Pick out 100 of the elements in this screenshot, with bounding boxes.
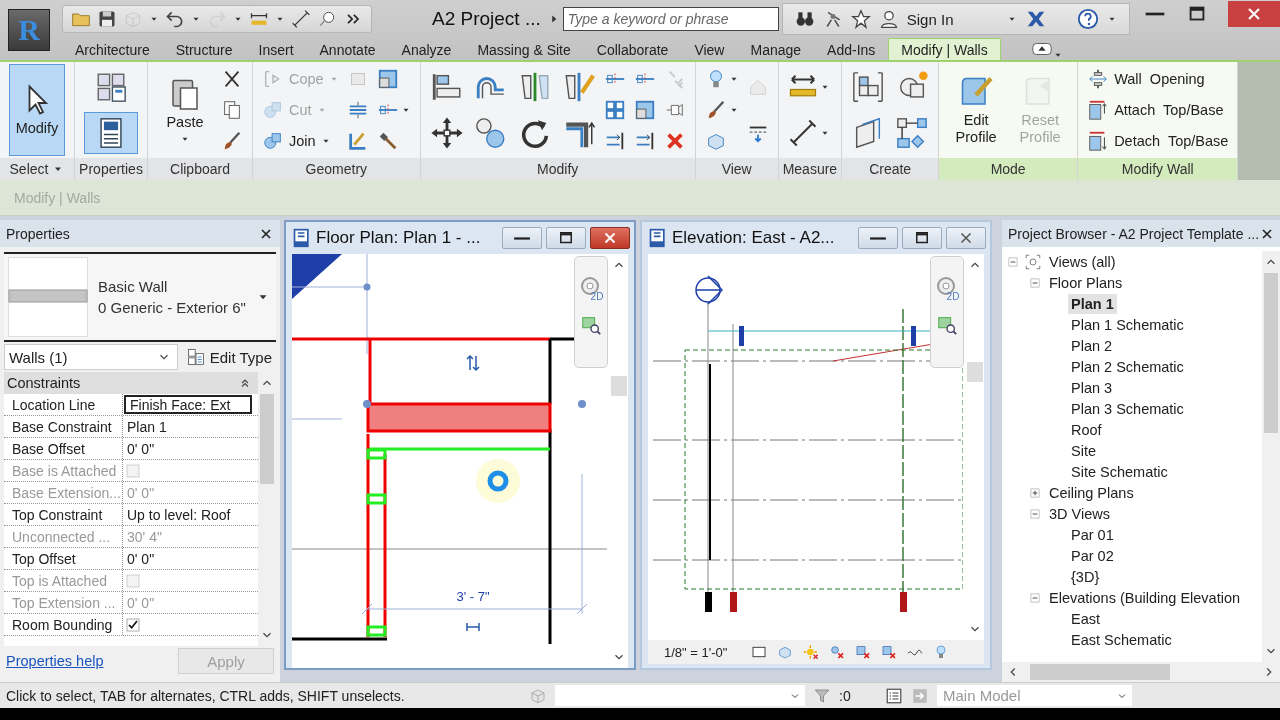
tree-item[interactable]: 3D Views	[1046, 503, 1113, 524]
maximize-button[interactable]	[546, 227, 586, 249]
ribbon-button[interactable]: Join	[262, 126, 339, 155]
search-field[interactable]: Type a keyword or phrase	[562, 7, 779, 31]
copy-icon[interactable]	[221, 99, 243, 121]
panel-title-bar[interactable]: Geometry	[253, 158, 420, 180]
filter-icon[interactable]	[813, 686, 831, 705]
navigation-bar[interactable]: 2D	[930, 256, 964, 368]
star-icon[interactable]	[850, 9, 871, 29]
panel-title-bar[interactable]: Modify Wall	[1078, 158, 1238, 180]
ribbon-tab[interactable]: Collaborate	[583, 38, 682, 60]
tree-item[interactable]: Roof	[1068, 419, 1105, 440]
tree-item[interactable]: Plan 1 Schematic	[1068, 314, 1187, 335]
properties-help-link[interactable]: Properties help	[6, 653, 104, 669]
zoom-icon[interactable]	[580, 314, 602, 336]
tree-item[interactable]: Ceiling Plans	[1046, 482, 1137, 503]
ribbon-tab[interactable]: Structure	[162, 38, 246, 60]
scrollbar[interactable]	[1262, 251, 1280, 662]
maximize-button[interactable]	[902, 227, 942, 249]
scrollbar[interactable]	[1002, 662, 1280, 682]
tree-item[interactable]: East	[1068, 608, 1103, 629]
panel-title-bar[interactable]: Create	[842, 158, 939, 180]
sun-icon[interactable]	[803, 644, 820, 660]
ribbon-button[interactable]: Wall Opening	[1087, 65, 1229, 94]
tree-item[interactable]: Plan 3	[1068, 377, 1116, 398]
document-icon	[292, 228, 312, 248]
ribbon-tab[interactable]: Manage	[737, 38, 815, 60]
ribbon-tab[interactable]: Architecture	[62, 38, 163, 60]
edit-type-button[interactable]: Edit Type	[181, 344, 276, 370]
user-icon[interactable]	[878, 9, 899, 29]
tree-item[interactable]: {3D}	[1068, 566, 1103, 587]
type-selector[interactable]: Basic Wall 0 Generic - Exterior 6"	[4, 252, 276, 342]
minimize-button[interactable]	[858, 227, 898, 249]
scale-label[interactable]: 1/8" = 1'-0"	[664, 644, 728, 660]
tree-item[interactable]: Plan 1	[1068, 293, 1117, 314]
binoculars-icon[interactable]	[794, 9, 815, 29]
ribbon-tab[interactable]: Analyze	[388, 38, 465, 60]
type-family: Basic Wall	[98, 278, 169, 295]
tree-item[interactable]: Plan 2 Schematic	[1068, 356, 1187, 377]
list-icon[interactable]	[885, 686, 903, 705]
tree-item[interactable]: Plan 3 Schematic	[1068, 398, 1187, 419]
scroll-thumb[interactable]	[967, 362, 983, 382]
grid-icon[interactable]	[603, 99, 626, 121]
ribbon-tab[interactable]: Insert	[245, 38, 307, 60]
panel-title-bar[interactable]: Modify	[420, 158, 695, 180]
minimize-icon[interactable]	[1144, 10, 1166, 18]
squares-icon[interactable]	[376, 68, 399, 91]
squares-icon[interactable]	[633, 99, 656, 121]
move-icon[interactable]	[429, 116, 464, 150]
ribbon-tab[interactable]: Massing & Site	[464, 38, 584, 60]
ribbon-button[interactable]: Paste	[157, 64, 213, 156]
scroll-thumb[interactable]	[1030, 664, 1170, 680]
ribbon-tab[interactable]: Add-Ins	[814, 38, 889, 60]
filter-label: Walls (1)	[9, 348, 68, 366]
ribbon-button[interactable]: Detach Top/Base	[1087, 126, 1229, 155]
close-button[interactable]	[1228, 1, 1280, 27]
panel-title-bar[interactable]: Clipboard	[148, 158, 252, 180]
tree-item[interactable]: Site	[1068, 440, 1099, 461]
close-button[interactable]	[590, 227, 630, 249]
group-icon[interactable]	[851, 70, 886, 104]
ribbon-tab[interactable]: Annotate	[306, 38, 389, 60]
property-value-field[interactable]: Finish Face: Ext	[124, 395, 252, 414]
help-icon[interactable]	[1077, 8, 1100, 30]
ribbon-button[interactable]	[84, 112, 138, 154]
checkbox[interactable]	[125, 616, 141, 633]
ribbon-button[interactable]: Attach Top/Base	[1087, 96, 1229, 124]
tree-item[interactable]: East Schematic	[1068, 629, 1175, 650]
frame-icon[interactable]	[751, 644, 768, 660]
scroll-thumb[interactable]	[611, 376, 627, 396]
tree-item[interactable]: Views (all)	[1046, 251, 1119, 272]
tree-item[interactable]: Elevations (Building Elevation	[1046, 587, 1244, 608]
navigation-bar[interactable]: 2D	[574, 256, 608, 368]
hide-icon[interactable]	[855, 644, 872, 660]
group-header[interactable]: Constraints	[4, 372, 258, 394]
ribbon-tab[interactable]: Modify | Walls	[888, 38, 1001, 60]
panel-title-bar[interactable]: Mode	[939, 158, 1078, 180]
undo-icon[interactable]	[165, 9, 185, 29]
filter-dropdown[interactable]: Walls (1)	[4, 344, 178, 370]
panel-title-bar[interactable]: Select	[0, 158, 74, 180]
zoom-icon[interactable]	[936, 314, 958, 336]
minimize-button[interactable]	[502, 227, 542, 249]
scroll-thumb[interactable]	[260, 394, 274, 484]
sign-in-button[interactable]: Sign In	[906, 10, 954, 28]
ribbon-tab[interactable]: View	[681, 38, 738, 60]
tree-item[interactable]: Site Schematic	[1068, 461, 1171, 482]
dimension-icon[interactable]	[787, 118, 818, 148]
hide-icon[interactable]	[829, 644, 846, 660]
scroll-thumb[interactable]	[1264, 273, 1278, 433]
tree-item[interactable]: Par 01	[1068, 524, 1117, 545]
tree-item[interactable]: Par 02	[1068, 545, 1117, 566]
tree-item[interactable]: Floor Plans	[1046, 272, 1126, 293]
ribbon-button[interactable]: Modify	[9, 64, 65, 156]
dimension-icon[interactable]	[291, 9, 311, 29]
flowchart-icon[interactable]	[895, 116, 930, 150]
hide-icon[interactable]	[881, 644, 898, 660]
panel-title: Clipboard	[170, 161, 230, 177]
tree-item[interactable]: Plan 2	[1068, 335, 1116, 356]
ribbon-button[interactable]: Edit Profile	[948, 64, 1005, 156]
panel-title-bar[interactable]: View	[695, 158, 778, 180]
save-icon[interactable]	[97, 9, 117, 29]
